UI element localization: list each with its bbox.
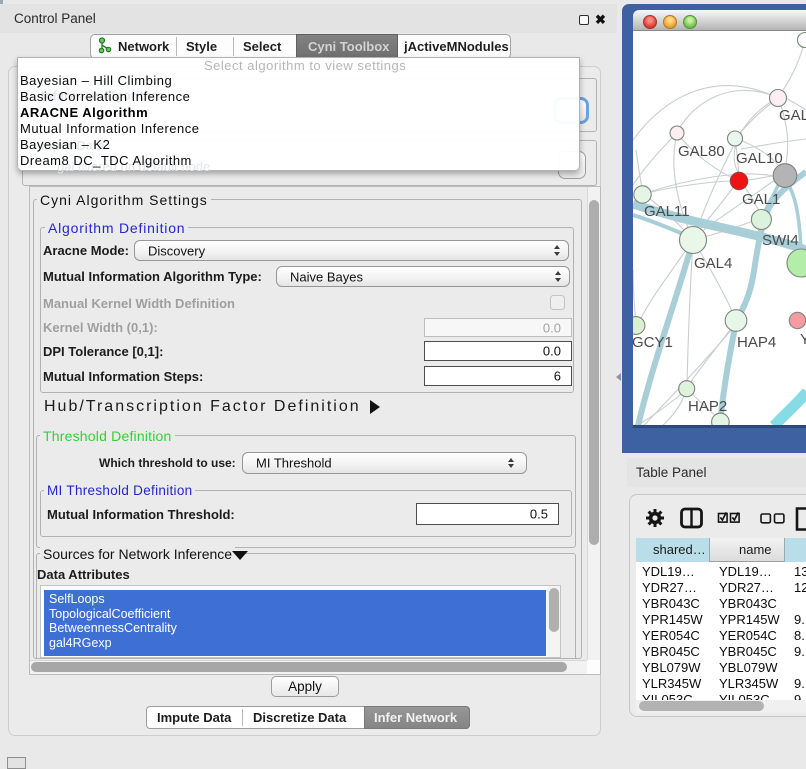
svg-text:SWI4: SWI4 [762, 232, 799, 249]
svg-text:HAP4: HAP4 [737, 334, 776, 351]
svg-text:GAL80: GAL80 [678, 143, 725, 160]
svg-text:GAL1: GAL1 [742, 191, 780, 208]
svg-text:GAL7: GAL7 [779, 107, 806, 124]
svg-text:GCY1: GCY1 [633, 334, 673, 351]
svg-text:GAL4: GAL4 [694, 255, 732, 272]
svg-text:HAP2: HAP2 [688, 398, 727, 415]
svg-text:GAL11: GAL11 [644, 203, 690, 220]
svg-text:GAL10: GAL10 [736, 150, 783, 167]
svg-text:YM: YM [800, 331, 806, 348]
